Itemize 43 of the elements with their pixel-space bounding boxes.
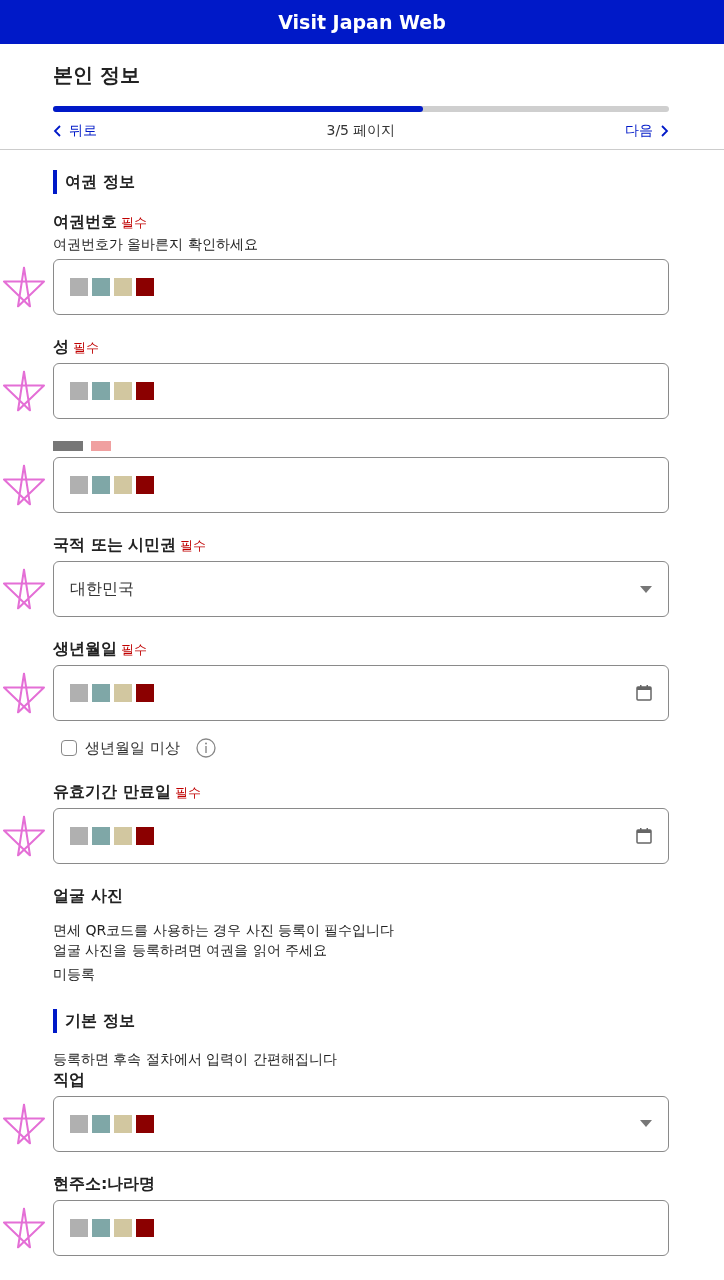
field-label: 여권번호 <box>53 211 117 233</box>
input-field[interactable] <box>53 1199 669 1256</box>
help-text: 얼굴 사진을 등록하려면 여권을 읽어 주세요 <box>53 940 329 960</box>
required-tag: 필수 <box>121 640 147 660</box>
input-field[interactable] <box>53 457 669 513</box>
checkbox[interactable] <box>61 740 77 757</box>
field-label: 성 <box>53 336 69 358</box>
calendar-icon <box>636 827 652 844</box>
input-field[interactable] <box>53 259 669 315</box>
help-text: 면세 QR코드를 사용하는 경우 사진 등록이 필수입니다 <box>53 920 396 940</box>
required-tag: 필수 <box>121 213 147 233</box>
select-field[interactable] <box>53 1095 669 1152</box>
chevron-left-icon <box>53 124 61 137</box>
field-label: 얼굴 사진 <box>53 884 124 907</box>
back-link[interactable]: 뒤로 <box>53 120 97 141</box>
chevron-right-icon <box>661 124 669 137</box>
dropdown-caret-icon <box>640 585 652 593</box>
field-value: 대한민국 <box>70 578 134 600</box>
info-icon[interactable] <box>195 738 216 759</box>
date-field[interactable] <box>53 665 669 721</box>
select-field[interactable]: 대한민국 <box>53 561 669 617</box>
field-label: 직업 <box>53 1068 85 1091</box>
field-label: 국적 또는 시민권 <box>53 534 177 556</box>
help-text: 여권번호가 올바른지 확인하세요 <box>53 235 259 254</box>
page-title: 본인 정보 <box>53 62 141 89</box>
checkbox-label: 생년월일 미상 <box>85 738 180 759</box>
page-counter: 3/5 페이지 <box>326 121 396 140</box>
required-tag: 필수 <box>180 536 207 556</box>
section-help-text: 등록하면 후속 절차에서 입력이 간편해집니다 <box>53 1049 338 1069</box>
next-link[interactable]: 다음 <box>625 120 669 141</box>
field-label: 생년월일 <box>53 638 117 660</box>
section-heading: 기본 정보 <box>53 1008 671 1033</box>
status-text: 미등록 <box>53 964 96 984</box>
field-label: 유효기간 만료일 <box>53 780 171 803</box>
field-label: 현주소:나라명 <box>53 1172 156 1195</box>
dropdown-caret-icon <box>640 1120 652 1127</box>
calendar-icon <box>636 685 652 701</box>
app-title: Visit Japan Web <box>278 9 446 35</box>
input-field[interactable] <box>53 363 669 419</box>
required-tag: 필수 <box>174 782 201 802</box>
date-field[interactable] <box>53 807 669 864</box>
required-tag: 필수 <box>73 338 99 358</box>
section-heading: 여권 정보 <box>53 170 671 194</box>
